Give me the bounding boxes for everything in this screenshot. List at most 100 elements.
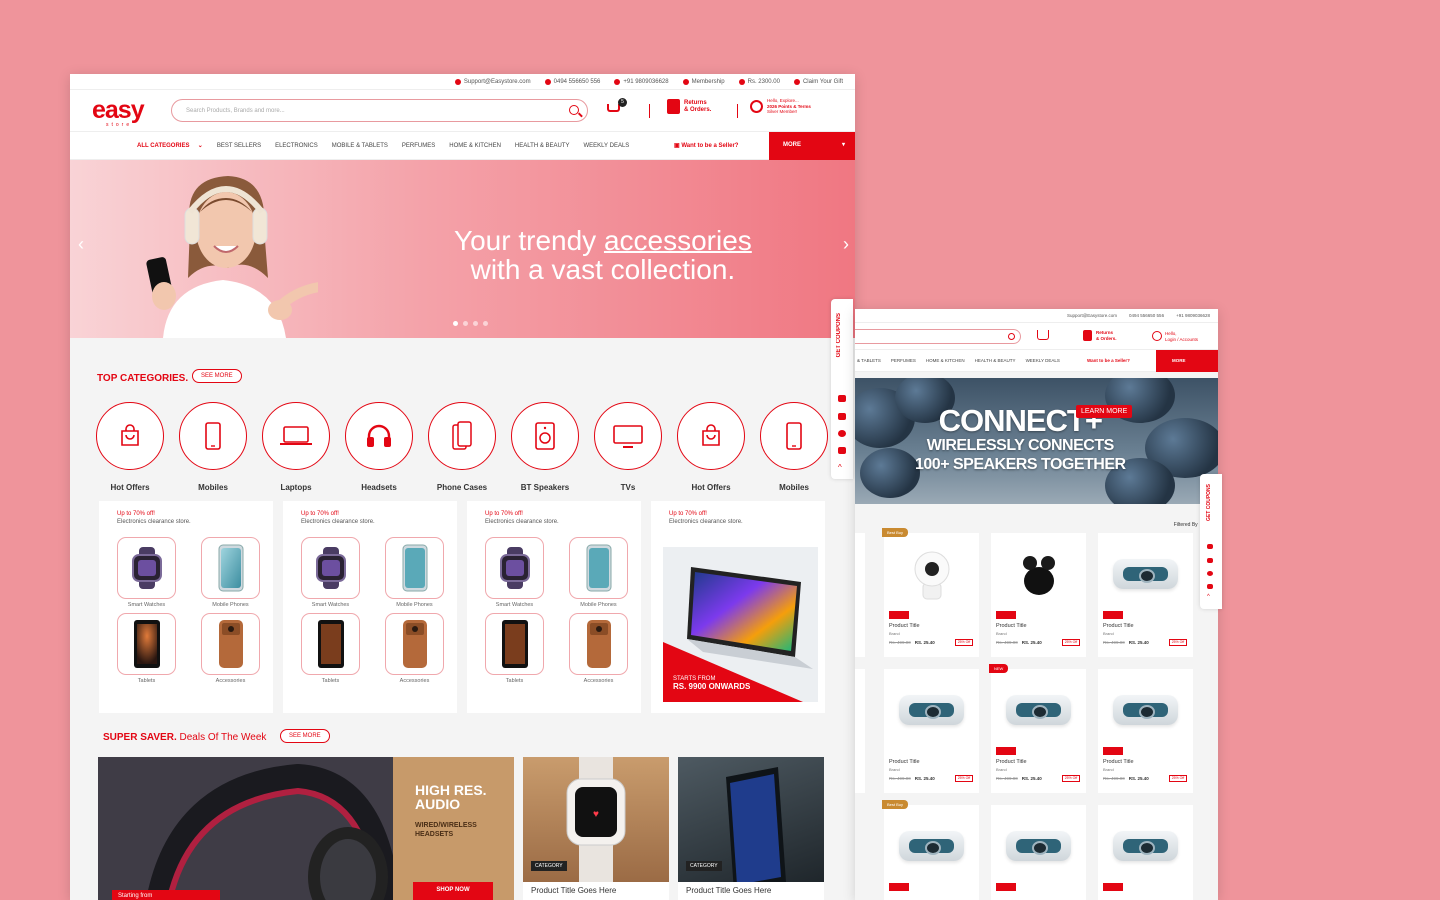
nav-item-health-beauty[interactable]: HEALTH & BEAUTY: [975, 358, 1016, 363]
nav-item-home-kitchen[interactable]: HOME & KITCHEN: [926, 358, 965, 363]
nav-item-mobile-tablets[interactable]: & TABLETS: [857, 358, 881, 363]
mini-category-accessories[interactable]: Accessories: [201, 613, 260, 684]
category-laptops[interactable]: Laptops: [262, 402, 330, 492]
carousel-dot[interactable]: [473, 321, 478, 326]
phone-link[interactable]: 0494 556650 556: [1129, 313, 1164, 318]
bell-icon[interactable]: [1207, 584, 1213, 589]
nav-item-weekly-deals[interactable]: WEEKLY DEALS: [1026, 358, 1060, 363]
learn-more-button[interactable]: LEARN MORE: [1076, 405, 1133, 418]
search-input[interactable]: Search Products, Brands and more...: [171, 99, 588, 122]
mini-category-mobile-phones[interactable]: Mobile Phones: [201, 537, 260, 608]
super-saver-see-more-button[interactable]: SEE MORE: [280, 729, 330, 743]
nav-item-perfumes[interactable]: PERFUMES: [402, 143, 435, 149]
mini-category-mobile-phones[interactable]: Mobile Phones: [385, 537, 444, 608]
cart-icon[interactable]: [838, 395, 846, 402]
product-card[interactable]: Product Title Brand Rs. 499.00 RS. 25.40 …: [1098, 669, 1193, 793]
mini-category-mobile-phones[interactable]: Mobile Phones: [569, 537, 628, 608]
become-seller-link[interactable]: Want to be a Seller?: [1087, 358, 1130, 363]
product-card-smart-watch[interactable]: ♥ CATEGORY Product Title Goes Here: [523, 757, 669, 900]
returns-orders-link[interactable]: Returns & Orders.: [667, 99, 711, 114]
product-card[interactable]: Product Title Brand Rs. 499.00 RS. 25.40 …: [1098, 533, 1193, 657]
become-seller-link[interactable]: ▣ Want to be a Seller?: [674, 142, 738, 149]
account-menu[interactable]: Hello, Login / Accounts: [1165, 331, 1198, 342]
headset-deal-banner[interactable]: HIGH RES. AUDIO WIRED/WIRELESS HEADSETS SH…: [98, 757, 514, 900]
whatsapp-link[interactable]: +91 9809036628: [614, 78, 669, 85]
carousel-dot[interactable]: [463, 321, 468, 326]
mini-category-tablets[interactable]: Tablets: [485, 613, 544, 684]
category-phone-cases[interactable]: Phone Cases: [428, 402, 496, 492]
cart-count-badge: 5: [618, 98, 627, 107]
mini-category-smart-watches[interactable]: Smart Watches: [485, 537, 544, 608]
nav-item-home-kitchen[interactable]: HOME & KITCHEN: [449, 143, 501, 149]
cart-icon[interactable]: [1207, 544, 1213, 549]
membership-link[interactable]: Membership: [682, 78, 725, 85]
product-card[interactable]: NEW Product Title Brand Rs. 499.00 RS. 25…: [989, 664, 1086, 793]
category-tvs[interactable]: TVs: [594, 402, 662, 492]
category-hot-offers[interactable]: Hot Offers: [96, 402, 164, 492]
circle-icon[interactable]: [838, 430, 846, 437]
easy-store-logo[interactable]: easy store: [92, 96, 145, 128]
returns-orders-link[interactable]: Returns & Orders.: [1096, 330, 1117, 341]
phone-link[interactable]: 0494 556650 556: [544, 78, 600, 85]
product-card[interactable]: [991, 805, 1086, 900]
product-title[interactable]: Product Title Goes Here: [531, 886, 616, 895]
product-card[interactable]: Best Buy Product Title Brand Rs. 499.00 R…: [882, 528, 979, 657]
product-card[interactable]: Best Buy: [882, 800, 979, 900]
shop-now-button[interactable]: SHOP NOW: [413, 882, 493, 900]
heart-icon[interactable]: [1207, 558, 1213, 563]
get-coupons-side-tab[interactable]: GET COUPONS ^: [1200, 474, 1222, 609]
mini-category-accessories[interactable]: Accessories: [569, 613, 628, 684]
nav-item-perfumes[interactable]: PERFUMES: [891, 358, 916, 363]
category-bt-speakers[interactable]: BT Speakers: [511, 402, 579, 492]
search-input[interactable]: [855, 329, 1021, 344]
nav-item-mobile-tablets[interactable]: MOBILE & TABLETS: [332, 143, 388, 149]
all-categories-dropdown[interactable]: ALL CATEGORIES ⌄: [137, 142, 203, 149]
projector-image: [1006, 683, 1071, 738]
heart-icon[interactable]: [838, 413, 846, 420]
chevron-up-icon[interactable]: ^: [838, 463, 842, 472]
mini-category-tablets[interactable]: Tablets: [301, 613, 360, 684]
chevron-up-icon[interactable]: ^: [1207, 594, 1210, 600]
product-card[interactable]: Product Title Brand Rs. 499.00 RS. 25.40 …: [884, 669, 979, 793]
category-mobiles[interactable]: Mobiles: [760, 402, 828, 492]
carousel-dot[interactable]: [453, 321, 458, 326]
category-hot-offers[interactable]: Hot Offers: [677, 402, 745, 492]
product-title[interactable]: Product Title Goes Here: [686, 886, 771, 895]
category-mobiles[interactable]: Mobiles: [179, 402, 247, 492]
carousel-next-arrow[interactable]: ›: [843, 234, 849, 255]
mini-category-smart-watches[interactable]: Smart Watches: [117, 537, 176, 608]
top-categories-see-more-button[interactable]: SEE MORE: [192, 369, 242, 383]
product-card-phone[interactable]: CATEGORY Product Title Goes Here: [678, 757, 824, 900]
nav-item-health-beauty[interactable]: HEALTH & BEAUTY: [515, 143, 570, 149]
category-headsets[interactable]: Headsets: [345, 402, 413, 492]
whatsapp-link[interactable]: +91 9809036628: [1176, 313, 1210, 318]
more-menu-button[interactable]: MORE ▾: [769, 132, 855, 160]
clearance-promo-card[interactable]: Up to 70% off! Electronics clearance sto…: [99, 501, 273, 713]
email-link[interactable]: Support@Easystore.com: [454, 78, 531, 85]
product-card[interactable]: Product Title Brand Rs. 499.00 RS. 25.40 …: [991, 533, 1086, 657]
mini-category-tablets[interactable]: Tablets: [117, 613, 176, 684]
carousel-prev-arrow[interactable]: ‹: [78, 234, 84, 255]
nav-item-electronics[interactable]: ELECTRONICS: [275, 143, 318, 149]
connect-speakers-banner[interactable]: CONNECT+ WIRELESSLY CONNECTS 100+ SPEAKE…: [855, 378, 1218, 504]
product-card[interactable]: [1098, 805, 1193, 900]
clearance-promo-card[interactable]: Up to 70% off! Electronics clearance sto…: [283, 501, 457, 713]
more-menu-button[interactable]: MORE: [1156, 350, 1218, 372]
gift-link[interactable]: Claim Your Gift: [793, 78, 843, 85]
clearance-promo-card[interactable]: Up to 70% off! Electronics clearance sto…: [467, 501, 641, 713]
get-coupons-side-tab[interactable]: GET COUPONS ^: [831, 299, 853, 479]
account-menu[interactable]: Hello, Explore... 2026 Points & Terms Silv…: [750, 98, 811, 115]
cart-icon[interactable]: [1037, 330, 1049, 340]
search-icon[interactable]: [569, 105, 579, 115]
bell-icon[interactable]: [838, 447, 846, 454]
mini-category-smart-watches[interactable]: Smart Watches: [301, 537, 360, 608]
carousel-dot[interactable]: [483, 321, 488, 326]
laptop-promo-card[interactable]: Up to 70% off! Electronics clearance sto…: [651, 501, 825, 713]
email-link[interactable]: Support@Easystore.com: [1067, 313, 1117, 318]
nav-item-best-sellers[interactable]: BEST SELLERS: [217, 143, 261, 149]
cart-button[interactable]: 5: [605, 98, 627, 115]
wallet-link[interactable]: Rs. 2300.00: [738, 78, 780, 85]
circle-icon[interactable]: [1207, 571, 1213, 576]
mini-category-accessories[interactable]: Accessories: [385, 613, 444, 684]
nav-item-weekly-deals[interactable]: WEEKLY DEALS: [584, 143, 630, 149]
